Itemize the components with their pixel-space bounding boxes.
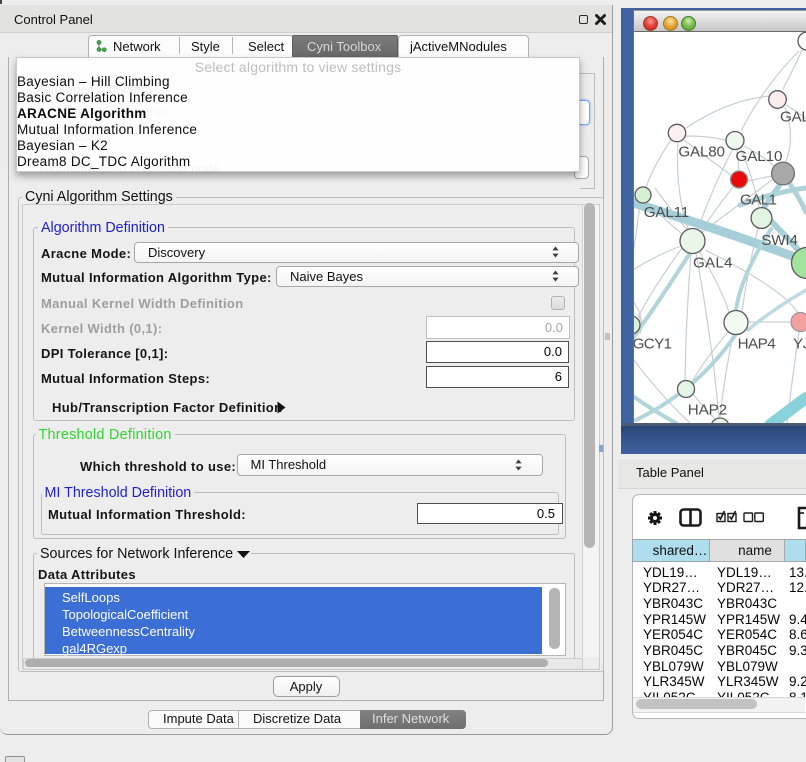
svg-text:SWI4: SWI4	[761, 232, 798, 249]
svg-text:HAP4: HAP4	[738, 336, 776, 353]
svg-text:YJR048W: YJR048W	[793, 336, 806, 353]
svg-text:GAL2: GAL2	[780, 109, 806, 126]
svg-text:GAL80: GAL80	[678, 144, 725, 161]
svg-text:GAL4: GAL4	[693, 255, 732, 272]
svg-text:GCY1: GCY1	[634, 336, 672, 353]
svg-text:HAP2: HAP2	[688, 402, 727, 419]
svg-text:GAL11: GAL11	[644, 204, 689, 221]
svg-text:GAL1: GAL1	[740, 192, 777, 209]
svg-text:GAL10: GAL10	[736, 148, 783, 165]
